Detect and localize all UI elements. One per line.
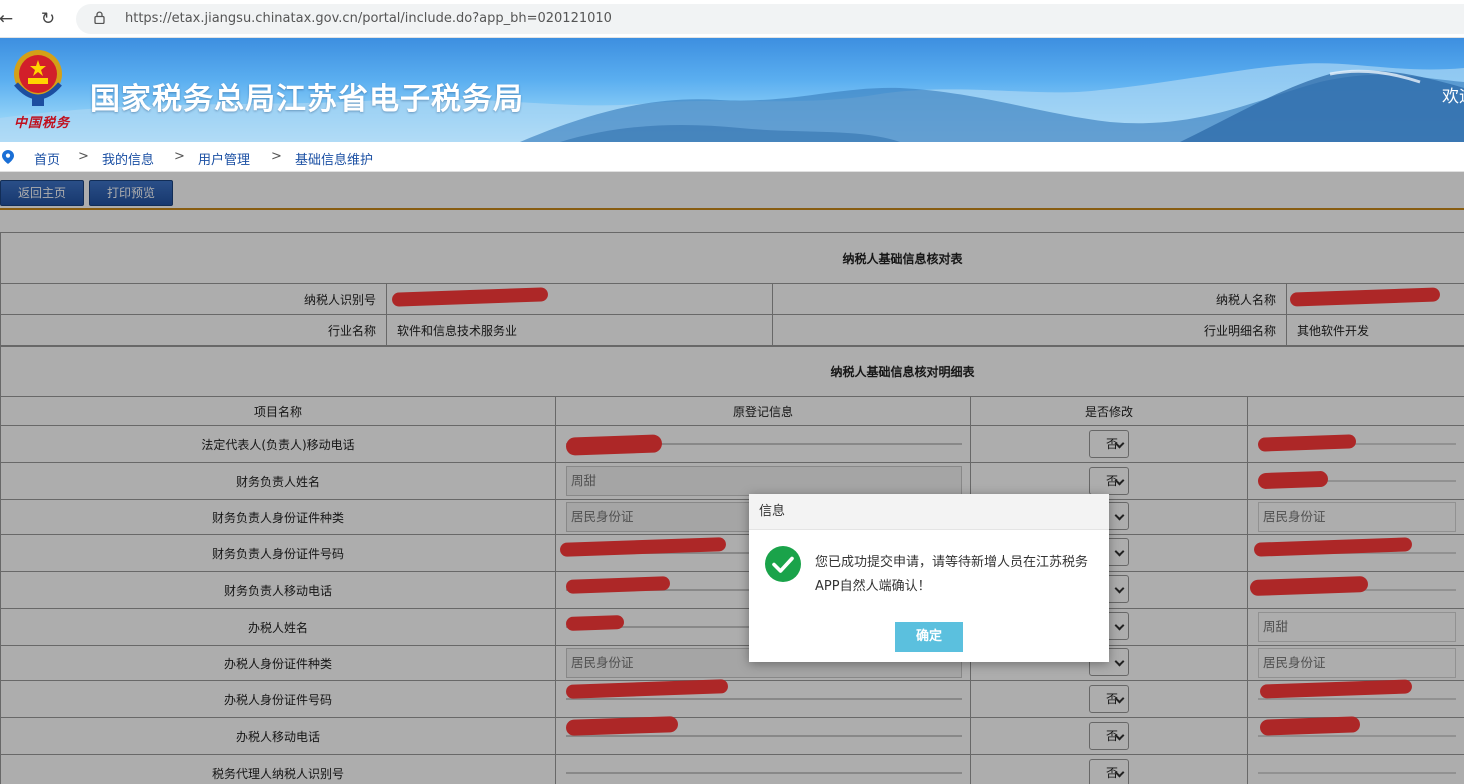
dialog-message: 您已成功提交申请，请等待新增人员在江苏税务APP自然人端确认！ [815, 555, 1089, 594]
location-pin-icon [2, 150, 14, 164]
site-banner: 中国税务 国家税务总局江苏省电子税务局 欢迎 [0, 38, 1464, 142]
breadcrumb-separator: > [271, 149, 282, 164]
back-arrow-icon[interactable]: ← [0, 7, 18, 31]
browser-toolbar: ← ↻ https://etax.jiangsu.chinatax.gov.cn… [0, 0, 1464, 38]
lock-icon [94, 11, 105, 24]
breadcrumb-my-info[interactable]: 我的信息 [102, 149, 154, 168]
info-dialog: 信息 您已成功提交申请，请等待新增人员在江苏税务APP自然人端确认！ 确定 [749, 494, 1109, 662]
reload-icon[interactable]: ↻ [36, 7, 60, 31]
emblem-caption: 中国税务 [14, 116, 71, 131]
main-content: 返回主页 打印预览 纳税人基础信息核对表 纳税人识别号 纳税人名称 行业名称 软… [0, 172, 1464, 784]
address-bar[interactable]: https://etax.jiangsu.chinatax.gov.cn/por… [76, 4, 1464, 34]
welcome-text: 欢迎 [1442, 87, 1464, 107]
success-check-icon [765, 546, 801, 582]
confirm-button[interactable]: 确定 [895, 622, 963, 652]
dialog-title: 信息 [749, 494, 1109, 530]
breadcrumb-separator: > [78, 149, 89, 164]
breadcrumb-separator: > [174, 149, 185, 164]
modal-backdrop[interactable] [0, 172, 1464, 784]
site-title: 国家税务总局江苏省电子税务局 [90, 82, 524, 117]
breadcrumb-home[interactable]: 首页 [34, 149, 60, 168]
url-text: https://etax.jiangsu.chinatax.gov.cn/por… [125, 11, 612, 26]
breadcrumb-basic-info[interactable]: 基础信息维护 [295, 149, 373, 168]
national-tax-emblem [14, 50, 62, 106]
breadcrumb-user-management[interactable]: 用户管理 [198, 149, 250, 168]
breadcrumb: 首页 > 我的信息 > 用户管理 > 基础信息维护 [0, 142, 1464, 172]
